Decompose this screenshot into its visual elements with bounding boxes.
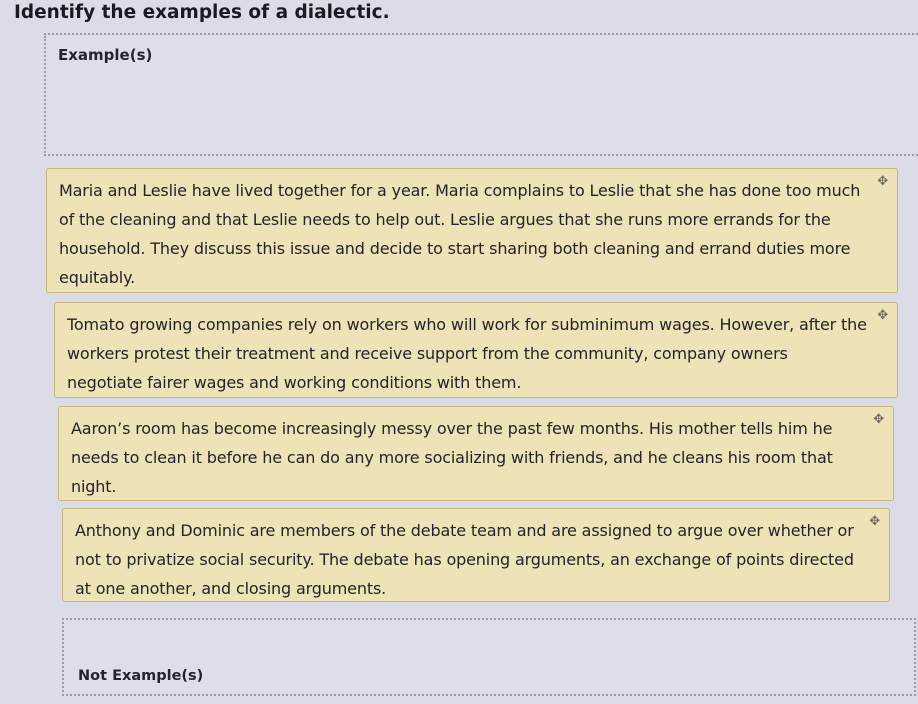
answer-card[interactable]: Tomato growing companies rely on workers…: [54, 302, 898, 398]
answer-card[interactable]: Aaron’s room has become increasingly mes…: [58, 406, 894, 501]
drag-handle-icon[interactable]: ✥: [877, 175, 888, 188]
answer-card[interactable]: Maria and Leslie have lived together for…: [46, 168, 898, 293]
drag-handle-icon[interactable]: ✥: [869, 515, 880, 528]
answer-card[interactable]: Anthony and Dominic are members of the d…: [62, 508, 890, 602]
example-drop-zone[interactable]: Example(s): [44, 36, 918, 156]
card-text: Anthony and Dominic are members of the d…: [75, 521, 854, 598]
example-zone-label: Example(s): [58, 46, 153, 64]
drag-handle-icon[interactable]: ✥: [873, 413, 884, 426]
question-text: Identify the examples of a dialectic.: [14, 2, 390, 23]
not-example-drop-zone[interactable]: Not Example(s): [62, 618, 916, 696]
card-text: Tomato growing companies rely on workers…: [67, 315, 867, 392]
not-example-zone-label: Not Example(s): [78, 668, 204, 684]
dotted-divider: [44, 33, 918, 35]
card-text: Maria and Leslie have lived together for…: [59, 181, 861, 287]
drag-handle-icon[interactable]: ✥: [877, 309, 888, 322]
card-text: Aaron’s room has become increasingly mes…: [71, 419, 833, 496]
